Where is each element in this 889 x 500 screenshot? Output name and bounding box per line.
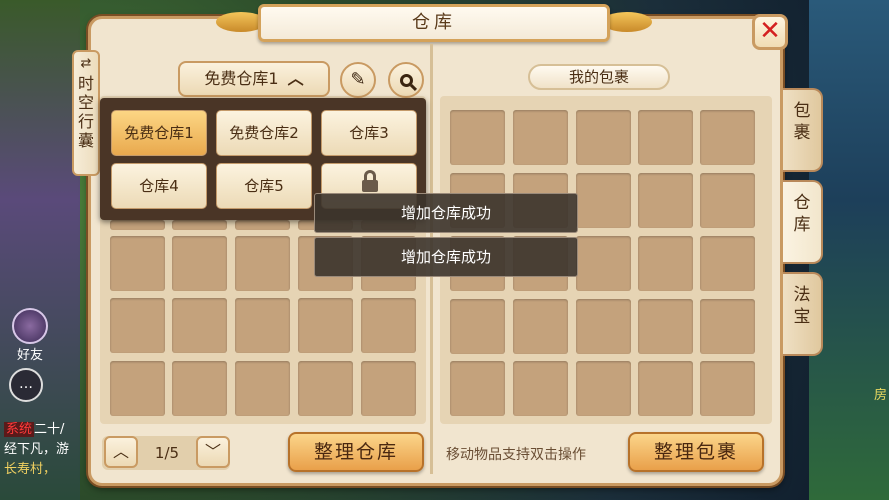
backpack-slot[interactable] [513,299,568,354]
lock-icon [362,170,378,192]
tab-treasure[interactable]: 法宝 [783,272,823,356]
friends-button[interactable]: 好友 [6,308,54,363]
sort-backpack-button[interactable]: 整理包裹 [628,432,764,472]
backpack-slot[interactable] [450,361,505,416]
warehouse-slot[interactable] [110,236,165,291]
backpack-slot[interactable] [638,173,693,228]
chat-log: 系统 二十/ 经下凡，游 长寿村， [4,420,88,480]
backpack-slot[interactable] [513,110,568,165]
tab-treasure-label: 法宝 [793,285,811,327]
backpack-slot[interactable] [700,361,755,416]
warehouse-slot[interactable] [235,220,290,230]
backpack-slot[interactable] [450,299,505,354]
friends-avatar-icon [12,308,48,344]
warehouse-slot[interactable] [235,361,290,416]
warehouse-slot[interactable] [110,361,165,416]
friends-label: 好友 [16,348,43,363]
warehouse-slot[interactable] [172,361,227,416]
chevron-down-icon: ﹀ [204,442,221,461]
window-title: 仓库 [258,4,610,42]
backpack-slot[interactable] [576,173,631,228]
warehouse-slot[interactable] [298,298,353,353]
backpack-slot[interactable] [700,173,755,228]
warehouse-slot[interactable] [361,298,416,353]
backpack-title: 我的包裹 [528,64,670,90]
warehouse-slot[interactable] [298,361,353,416]
backpack-slot[interactable] [450,110,505,165]
warehouse-option-1[interactable]: 免费仓库1 [111,110,207,156]
warehouse-slot[interactable] [172,220,227,230]
tab-backpack[interactable]: 包裹 [783,88,823,172]
backpack-slot[interactable] [700,110,755,165]
warehouse-slot[interactable] [235,298,290,353]
warehouse-slot[interactable] [235,236,290,291]
warehouse-slot[interactable] [110,220,165,230]
double-click-hint: 移动物品支持双击操作 [446,447,586,463]
backpack-slot[interactable] [700,236,755,291]
chevron-up-icon: ︿ [287,69,304,88]
search-icon [399,74,413,87]
tab-backpack-label: 包裹 [793,101,811,143]
chat-tag: 系统 [4,422,35,437]
chevron-up-icon: ︿ [112,442,129,461]
backpack-slot[interactable] [700,299,755,354]
toast-message: 增加仓库成功 [314,237,578,277]
backpack-slot[interactable] [638,299,693,354]
tab-spacetime-bag-label: 时空行囊 [77,74,94,150]
close-button[interactable]: ✕ [752,14,788,50]
warehouse-selector-label: 免费仓库1 [204,69,279,88]
side-text: 房 [873,388,887,403]
rename-button[interactable]: ✎ [340,62,376,98]
chat-bubble-icon[interactable]: … [9,368,43,402]
backpack-slot[interactable] [576,236,631,291]
backpack-slot[interactable] [638,110,693,165]
chat-line-2: 经下凡，游 [4,442,70,457]
chat-line-3: 长寿村， [4,462,57,477]
search-button[interactable] [388,62,424,98]
backpack-slot[interactable] [513,361,568,416]
toast-message: 增加仓库成功 [314,193,578,233]
warehouse-slot[interactable] [361,361,416,416]
tab-spacetime-bag[interactable]: ⇄ 时空行囊 [72,50,100,176]
close-icon: ✕ [759,16,781,46]
warehouse-slot[interactable] [172,298,227,353]
pencil-icon: ✎ [350,69,366,90]
page-indicator: 1/5 [154,444,180,462]
backpack-slot[interactable] [638,236,693,291]
tab-warehouse-label: 仓库 [793,193,811,235]
warehouse-option-3[interactable]: 仓库3 [321,110,417,156]
warehouse-selector[interactable]: 免费仓库1 ︿ [178,61,330,97]
page-down-button[interactable]: ﹀ [196,436,230,468]
warehouse-slot[interactable] [172,236,227,291]
warehouse-option-5[interactable]: 仓库5 [216,163,312,209]
tab-warehouse[interactable]: 仓库 [783,180,823,264]
backpack-slot[interactable] [576,299,631,354]
backpack-slot[interactable] [576,110,631,165]
warehouse-option-4[interactable]: 仓库4 [111,163,207,209]
page-up-button[interactable]: ︿ [104,436,138,468]
backpack-slot[interactable] [638,361,693,416]
chat-line-1: 二十/ [34,422,65,437]
swap-arrows-icon: ⇄ [80,56,92,71]
backpack-slot[interactable] [576,361,631,416]
warehouse-option-2[interactable]: 免费仓库2 [216,110,312,156]
warehouse-slot[interactable] [110,298,165,353]
sort-warehouse-button[interactable]: 整理仓库 [288,432,424,472]
